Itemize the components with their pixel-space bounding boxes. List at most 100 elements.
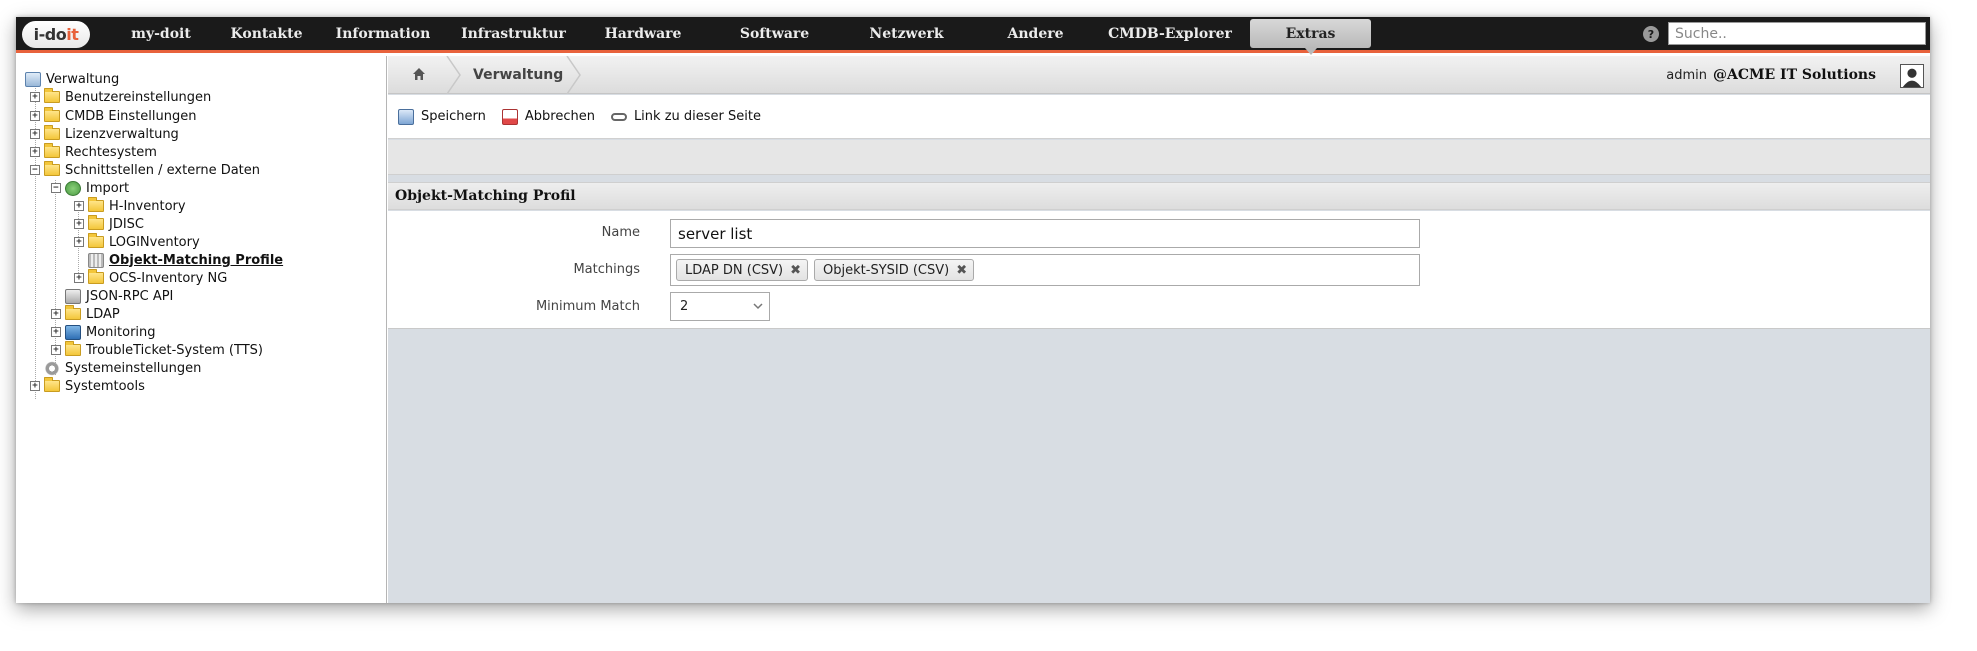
expand-icon[interactable]: + bbox=[74, 219, 84, 229]
tree-item-ldap[interactable]: + LDAP bbox=[51, 305, 120, 323]
folder-icon bbox=[88, 197, 104, 212]
link-icon bbox=[610, 112, 627, 121]
expand-icon[interactable]: + bbox=[30, 147, 40, 157]
tree-item-h-inventory[interactable]: + H-Inventory bbox=[74, 197, 186, 215]
user-name[interactable]: admin bbox=[1666, 56, 1707, 94]
collapse-icon[interactable]: − bbox=[30, 165, 40, 175]
nav-software[interactable]: Software bbox=[708, 17, 841, 50]
save-label: Speichern bbox=[421, 109, 486, 124]
tree-item-label: CMDB Einstellungen bbox=[65, 108, 197, 124]
tree-item-loginventory[interactable]: + LOGINventory bbox=[74, 233, 200, 251]
spacer-bar bbox=[388, 140, 1930, 175]
nav-kontakte[interactable]: Kontakte bbox=[216, 17, 317, 50]
tree-item-benutzereinstellungen[interactable]: + Benutzereinstellungen bbox=[30, 88, 211, 106]
expand-icon[interactable]: + bbox=[74, 201, 84, 211]
nav-cmdb-explorer[interactable]: CMDB-Explorer bbox=[1099, 17, 1241, 50]
expand-icon[interactable]: + bbox=[30, 381, 40, 391]
cancel-label: Abbrechen bbox=[524, 109, 595, 124]
import-icon bbox=[65, 180, 81, 196]
cancel-button[interactable]: Abbrechen bbox=[501, 108, 595, 125]
collapse-icon[interactable]: − bbox=[51, 183, 61, 193]
tree-item-label: TroubleTicket-System (TTS) bbox=[86, 342, 263, 358]
tree-item-import[interactable]: − Import bbox=[51, 179, 129, 197]
expand-icon[interactable]: + bbox=[51, 327, 61, 337]
close-icon[interactable]: ✖ bbox=[790, 263, 801, 278]
tree-item-monitoring[interactable]: + Monitoring bbox=[51, 323, 156, 341]
tree-item-label: Rechtesystem bbox=[65, 144, 157, 160]
folder-icon bbox=[65, 305, 81, 320]
cancel-icon bbox=[501, 108, 518, 125]
expand-icon[interactable]: + bbox=[51, 345, 61, 355]
idoit-logo[interactable]: i-do it bbox=[22, 21, 90, 48]
monitor-icon bbox=[65, 324, 81, 340]
logo-text: i-do bbox=[33, 25, 67, 44]
name-input[interactable] bbox=[670, 219, 1420, 248]
matchings-label: Matchings bbox=[573, 262, 640, 277]
matchings-input[interactable]: LDAP DN (CSV) ✖ Objekt-SYSID (CSV) ✖ bbox=[670, 254, 1420, 286]
form-title: Objekt-Matching Profil bbox=[388, 182, 1930, 210]
document-icon bbox=[88, 252, 104, 268]
tree-item-verwaltung[interactable]: Verwaltung bbox=[25, 70, 119, 88]
link-to-page-button[interactable]: Link zu dieser Seite bbox=[610, 109, 761, 124]
breadcrumb: Verwaltung admin @ACME IT Solutions bbox=[388, 56, 1930, 94]
tree-item-label: JDISC bbox=[109, 216, 145, 232]
expand-icon[interactable]: + bbox=[30, 129, 40, 139]
company-name[interactable]: @ACME IT Solutions bbox=[1713, 56, 1876, 94]
top-navigation: i-do it my-doit Kontakte Information Infr… bbox=[16, 17, 1930, 55]
tree-item-label: Systemtools bbox=[65, 378, 145, 394]
breadcrumb-item-verwaltung[interactable]: Verwaltung bbox=[473, 56, 563, 94]
tree-item-rechtesystem[interactable]: + Rechtesystem bbox=[30, 143, 157, 161]
expand-icon[interactable]: + bbox=[74, 237, 84, 247]
nav-hardware[interactable]: Hardware bbox=[578, 17, 708, 50]
chip-label: LDAP DN (CSV) bbox=[685, 262, 784, 278]
tree-item-schnittstellen[interactable]: − Schnittstellen / externe Daten bbox=[30, 161, 260, 179]
folder-icon bbox=[44, 143, 60, 158]
tree-item-label: Lizenzverwaltung bbox=[65, 126, 179, 142]
tree-item-troubleticket[interactable]: + TroubleTicket-System (TTS) bbox=[51, 341, 263, 359]
tree-item-systemeinstellungen[interactable]: Systemeinstellungen bbox=[30, 359, 201, 377]
main-content: Verwaltung admin @ACME IT Solutions Spei… bbox=[388, 56, 1930, 603]
tree-item-label: Import bbox=[86, 180, 130, 196]
question-icon[interactable]: ? bbox=[1643, 26, 1659, 42]
tree-item-label: JSON-RPC API bbox=[86, 288, 174, 304]
matching-chip: LDAP DN (CSV) ✖ bbox=[676, 259, 809, 281]
folder-icon bbox=[88, 269, 104, 284]
server-icon bbox=[65, 288, 81, 304]
app-window: i-do it my-doit Kontakte Information Infr… bbox=[16, 17, 1930, 603]
minimum-match-select[interactable]: 2 bbox=[670, 292, 770, 321]
expand-icon[interactable]: + bbox=[51, 309, 61, 319]
folder-open-icon bbox=[44, 161, 60, 176]
nav-netzwerk[interactable]: Netzwerk bbox=[841, 17, 972, 50]
save-button[interactable]: Speichern bbox=[398, 108, 486, 125]
tree-item-cmdb-einstellungen[interactable]: + CMDB Einstellungen bbox=[30, 107, 196, 125]
search-input[interactable] bbox=[1668, 22, 1926, 45]
name-label: Name bbox=[601, 225, 640, 240]
nav-extras[interactable]: Extras bbox=[1250, 19, 1371, 55]
breadcrumb-separator bbox=[446, 56, 461, 94]
tree-item-jdisc[interactable]: + JDISC bbox=[74, 215, 144, 233]
tree-item-label: Monitoring bbox=[86, 324, 156, 340]
expand-icon[interactable]: + bbox=[30, 111, 40, 121]
expand-icon[interactable]: + bbox=[30, 92, 40, 102]
nav-my-doit[interactable]: my-doit bbox=[106, 17, 216, 50]
home-icon[interactable] bbox=[412, 67, 426, 81]
tree-item-label: LDAP bbox=[86, 306, 120, 322]
logo-text-accent: it bbox=[66, 25, 79, 44]
tree-item-ocs-inventory[interactable]: + OCS-Inventory NG bbox=[74, 269, 227, 287]
tree-item-systemtools[interactable]: + Systemtools bbox=[30, 377, 145, 395]
close-icon[interactable]: ✖ bbox=[956, 263, 967, 278]
tree-item-json-rpc-api[interactable]: JSON-RPC API bbox=[51, 287, 173, 305]
nav-infrastruktur[interactable]: Infrastruktur bbox=[449, 17, 578, 50]
tree-item-label: Objekt-Matching Profile bbox=[109, 252, 284, 268]
sidebar-tree: Verwaltung + Benutzereinstellungen + CMD… bbox=[16, 56, 387, 603]
tree-item-lizenzverwaltung[interactable]: + Lizenzverwaltung bbox=[30, 125, 179, 143]
tree-item-objekt-matching-profile[interactable]: Objekt-Matching Profile bbox=[74, 251, 283, 269]
folder-icon bbox=[65, 341, 81, 356]
nav-information[interactable]: Information bbox=[317, 17, 449, 50]
folder-icon bbox=[88, 233, 104, 248]
nav-andere[interactable]: Andere bbox=[972, 17, 1099, 50]
breadcrumb-separator bbox=[566, 56, 581, 94]
avatar[interactable] bbox=[1900, 64, 1924, 88]
folder-icon bbox=[88, 215, 104, 230]
expand-icon[interactable]: + bbox=[74, 273, 84, 283]
